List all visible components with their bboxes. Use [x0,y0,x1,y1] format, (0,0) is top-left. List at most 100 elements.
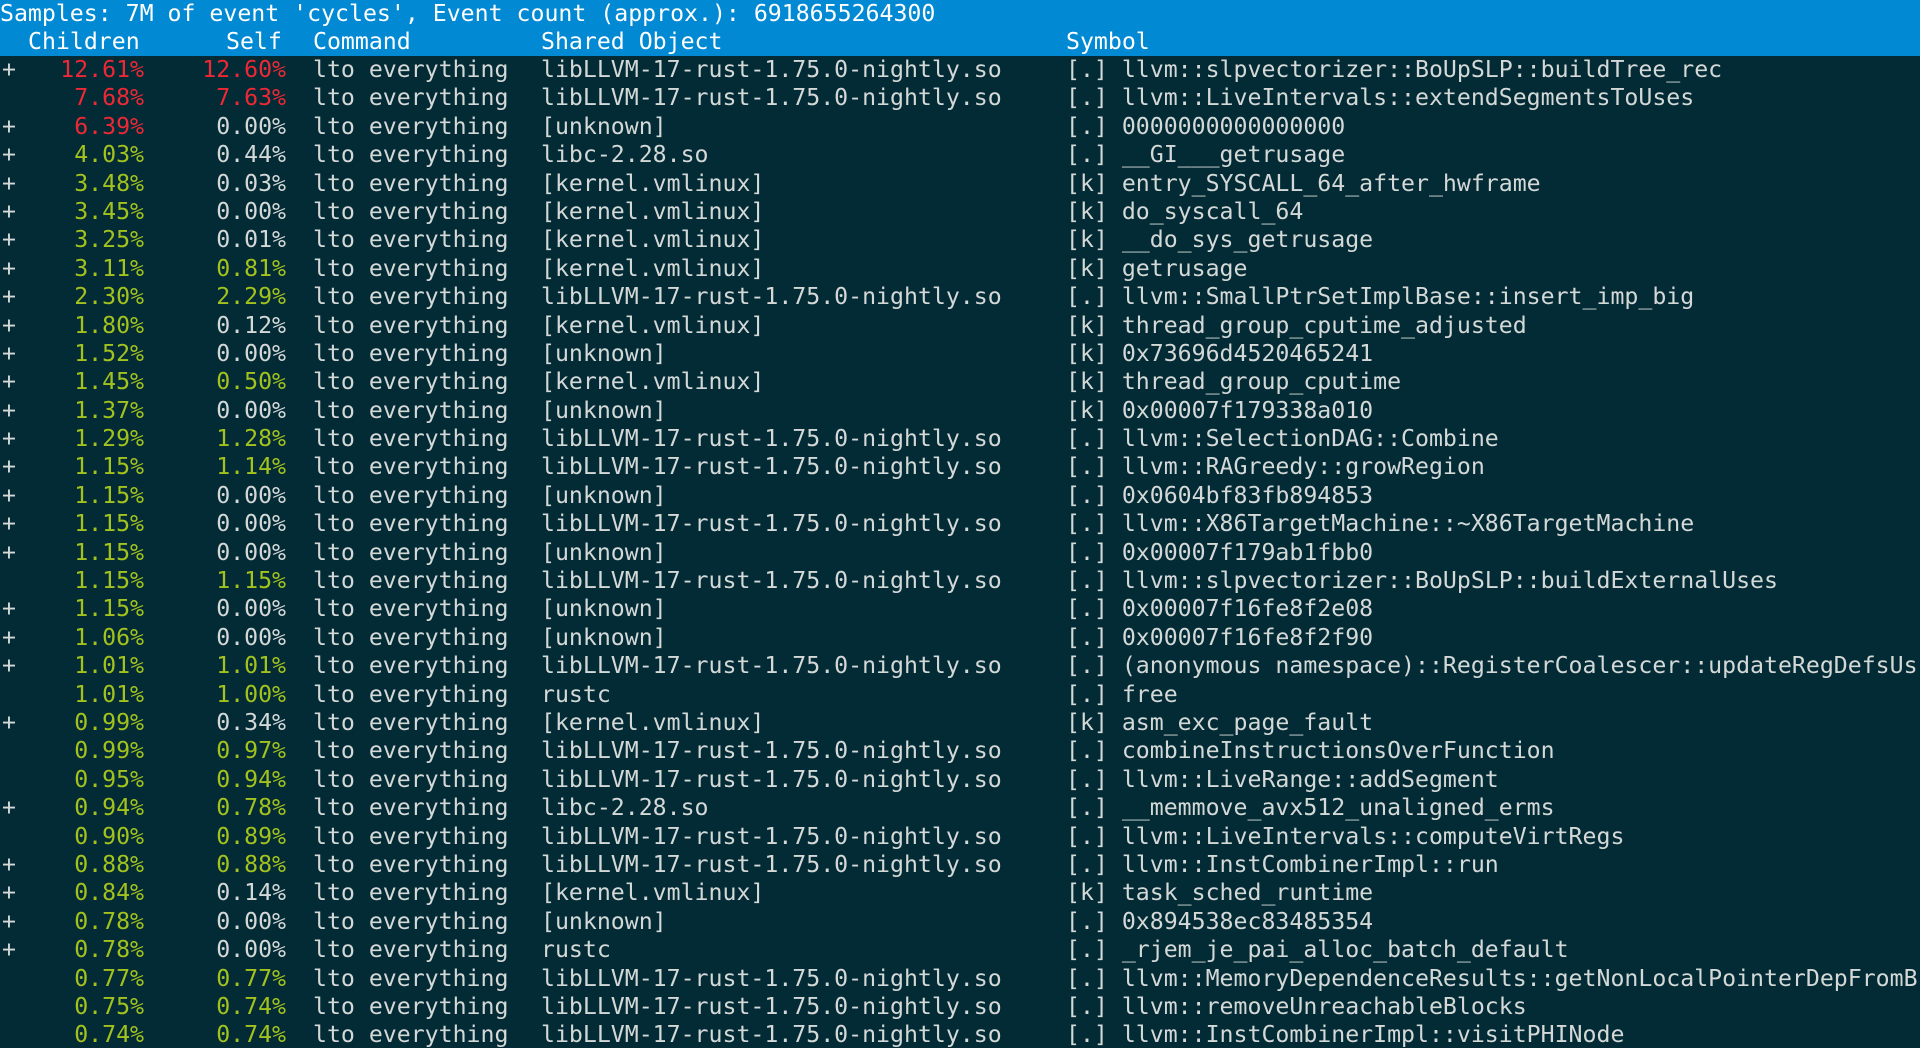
symbol-cell: [k] 0x00007f179338a010 [1066,396,1374,424]
table-row[interactable]: +0.78% 0.00% lto everything rustc [.] _rjem_… [0,936,1920,964]
self-percent: 0.34% [216,708,286,736]
symbol-cell: [k] asm_exc_page_fault [1066,708,1374,736]
table-row[interactable]: +3.25% 0.01% lto everything [kernel.vmlinux… [0,226,1920,254]
symbol-cell: [.] __GI___getrusage [1066,141,1346,169]
self-percent: 0.12% [216,311,286,339]
command-cell: lto everything [313,226,509,254]
command-cell: lto everything [313,765,509,793]
table-row[interactable]: +1.80% 0.12% lto everything [kernel.vmlinux… [0,312,1920,340]
table-row[interactable]: 1.15% 1.15% lto everything libLLVM-17-rust-… [0,567,1920,595]
table-row[interactable]: 0.99% 0.97% lto everything libLLVM-17-rust-… [0,737,1920,765]
table-row[interactable]: 0.90% 0.89% lto everything libLLVM-17-rust-… [0,823,1920,851]
table-row[interactable]: 7.68% 7.63% lto everything libLLVM-17-rust-… [0,84,1920,112]
table-row[interactable]: 1.01% 1.00% lto everything rustc [.] free [0,681,1920,709]
self-percent: 0.44% [216,141,286,169]
command-cell: lto everything [313,964,509,992]
self-percent: 0.89% [216,822,286,850]
table-row[interactable]: +1.45% 0.50% lto everything [kernel.vmlinux… [0,368,1920,396]
header-children[interactable]: Children [28,28,140,56]
table-row[interactable]: 0.95% 0.94% lto everything libLLVM-17-rust-… [0,766,1920,794]
expand-toggle[interactable]: + [2,908,22,936]
expand-toggle[interactable]: + [2,283,22,311]
expand-toggle[interactable]: + [2,255,22,283]
table-row[interactable]: +1.15% 0.00% lto everything [unknown] [.] 0x… [0,595,1920,623]
shared-object-cell: [kernel.vmlinux] [541,368,765,396]
table-row[interactable]: 0.77% 0.77% lto everything libLLVM-17-rust-… [0,965,1920,993]
children-percent: 1.37% [74,396,144,424]
expand-toggle[interactable]: + [2,56,22,84]
header-shared-object[interactable]: Shared Object [541,28,722,56]
command-cell: lto everything [313,992,509,1020]
children-percent: 0.77% [74,964,144,992]
expand-toggle[interactable]: + [2,397,22,425]
expand-toggle[interactable]: + [2,425,22,453]
symbol-cell: [.] llvm::slpvectorizer::BoUpSLP::buildE… [1066,567,1778,595]
command-cell: lto everything [313,794,509,822]
table-row[interactable]: +3.45% 0.00% lto everything [kernel.vmlinux… [0,198,1920,226]
children-percent: 1.52% [74,339,144,367]
table-row[interactable]: 0.75% 0.74% lto everything libLLVM-17-rust-… [0,993,1920,1021]
table-row[interactable]: +3.11% 0.81% lto everything [kernel.vmlinux… [0,255,1920,283]
expand-toggle[interactable]: + [2,709,22,737]
table-row[interactable]: +1.15% 0.00% lto everything [unknown] [.] 0x… [0,482,1920,510]
expand-toggle[interactable]: + [2,879,22,907]
command-cell: lto everything [313,368,509,396]
header-symbol[interactable]: Symbol [1066,28,1150,56]
expand-toggle[interactable]: + [2,113,22,141]
table-row[interactable]: +1.15% 0.00% lto everything [unknown] [.] 0x… [0,539,1920,567]
expand-toggle[interactable]: + [2,340,22,368]
symbol-cell: [k] __do_sys_getrusage [1066,226,1374,254]
expand-toggle[interactable]: + [2,482,22,510]
symbol-cell: [k] thread_group_cputime_adjusted [1066,311,1527,339]
command-cell: lto everything [313,567,509,595]
table-row[interactable]: +1.15% 0.00% lto everything libLLVM-17-rust… [0,510,1920,538]
expand-toggle[interactable]: + [2,936,22,964]
children-percent: 0.99% [74,737,144,765]
table-row[interactable]: +0.78% 0.00% lto everything [unknown] [.] 0x… [0,908,1920,936]
expand-toggle[interactable]: + [2,170,22,198]
expand-toggle[interactable]: + [2,312,22,340]
expand-toggle[interactable]: + [2,510,22,538]
header-command[interactable]: Command [313,28,411,56]
table-row[interactable]: +0.84% 0.14% lto everything [kernel.vmlinux… [0,879,1920,907]
expand-toggle[interactable]: + [2,453,22,481]
table-row[interactable]: +4.03% 0.44% lto everything libc-2.28.so [.]… [0,141,1920,169]
command-cell: lto everything [313,538,509,566]
table-row[interactable]: +1.15% 1.14% lto everything libLLVM-17-rust… [0,453,1920,481]
table-row[interactable]: +0.88% 0.88% lto everything libLLVM-17-rust… [0,851,1920,879]
table-row[interactable]: +0.99% 0.34% lto everything [kernel.vmlinux… [0,709,1920,737]
expand-toggle[interactable]: + [2,624,22,652]
table-row[interactable]: +1.01% 1.01% lto everything libLLVM-17-rust… [0,652,1920,680]
expand-toggle[interactable]: + [2,794,22,822]
expand-toggle[interactable]: + [2,226,22,254]
self-percent: 1.15% [216,567,286,595]
expand-toggle[interactable]: + [2,368,22,396]
header-self[interactable]: Self [226,28,282,56]
expand-toggle[interactable]: + [2,539,22,567]
expand-toggle[interactable]: + [2,652,22,680]
shared-object-cell: libLLVM-17-rust-1.75.0-nightly.so [541,765,1002,793]
symbol-cell: [k] getrusage [1066,254,1248,282]
table-row[interactable]: 0.74% 0.74% lto everything libLLVM-17-rust-… [0,1021,1920,1048]
table-row[interactable]: +1.06% 0.00% lto everything [unknown] [.] 0x… [0,624,1920,652]
table-row[interactable]: +2.30% 2.29% lto everything libLLVM-17-rust… [0,283,1920,311]
table-row[interactable]: +3.48% 0.03% lto everything [kernel.vmlinux… [0,170,1920,198]
command-cell: lto everything [313,936,509,964]
expand-toggle[interactable]: + [2,141,22,169]
table-row[interactable]: +12.61% 12.60% lto everything libLLVM-17-ru… [0,56,1920,84]
table-row[interactable]: +0.94% 0.78% lto everything libc-2.28.so [.]… [0,794,1920,822]
table-row[interactable]: +1.52% 0.00% lto everything [unknown] [k] 0x… [0,340,1920,368]
table-row[interactable]: +1.29% 1.28% lto everything libLLVM-17-rust… [0,425,1920,453]
symbol-cell: [k] task_sched_runtime [1066,879,1374,907]
expand-toggle[interactable]: + [2,851,22,879]
table-row[interactable]: +1.37% 0.00% lto everything [unknown] [k] 0x… [0,397,1920,425]
expand-toggle[interactable]: + [2,198,22,226]
command-cell: lto everything [313,254,509,282]
table-row[interactable]: +6.39% 0.00% lto everything [unknown] [.] 00… [0,113,1920,141]
children-percent: 1.29% [74,425,144,453]
expand-toggle[interactable]: + [2,595,22,623]
shared-object-cell: libLLVM-17-rust-1.75.0-nightly.so [541,1021,1002,1048]
children-percent: 1.15% [74,595,144,623]
symbol-cell: [.] llvm::MemoryDependenceResults::getNo… [1066,964,1918,992]
children-percent: 1.06% [74,623,144,651]
